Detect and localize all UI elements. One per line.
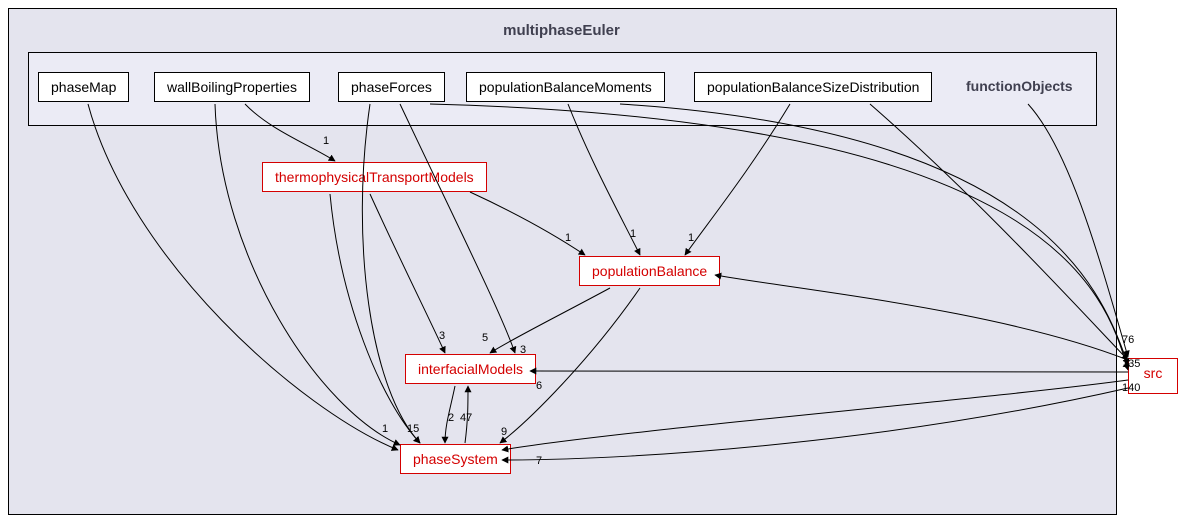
weight-label: 5 [482,332,488,344]
node-phase-forces[interactable]: phaseForces [338,72,445,102]
section-label-function-objects[interactable]: functionObjects [966,78,1073,94]
weight-label: 1 [688,232,694,244]
weight-label: 47 [460,412,472,424]
weight-label: 140 [1122,382,1140,394]
weight-label: 9 [501,426,507,438]
node-phase-map[interactable]: phaseMap [38,72,129,102]
node-population-balance-size-distribution[interactable]: populationBalanceSizeDistribution [694,72,932,102]
node-population-balance[interactable]: populationBalance [579,256,720,286]
weight-label: 135 [1122,358,1140,370]
dependency-diagram: multiphaseEuler phaseMap wallBoilingProp… [0,0,1195,521]
node-phase-system[interactable]: phaseSystem [400,444,511,474]
weight-label: 7 [536,455,542,467]
weight-label: 1 [630,228,636,240]
node-wall-boiling-properties[interactable]: wallBoilingProperties [154,72,310,102]
weight-label: 3 [439,330,445,342]
node-thermophysical-transport-models[interactable]: thermophysicalTransportModels [262,162,487,192]
node-interfacial-models[interactable]: interfacialModels [405,354,536,384]
weight-label: 3 [520,344,526,356]
weight-label: 1 [323,135,329,147]
weight-label: 1 [382,423,388,435]
weight-label: 76 [1122,334,1134,346]
weight-label: 6 [536,380,542,392]
weight-label: 2 [448,412,454,424]
node-population-balance-moments[interactable]: populationBalanceMoments [466,72,665,102]
diagram-title[interactable]: multiphaseEuler [0,22,1123,39]
weight-label: 1 [565,232,571,244]
weight-label: 15 [407,423,419,435]
